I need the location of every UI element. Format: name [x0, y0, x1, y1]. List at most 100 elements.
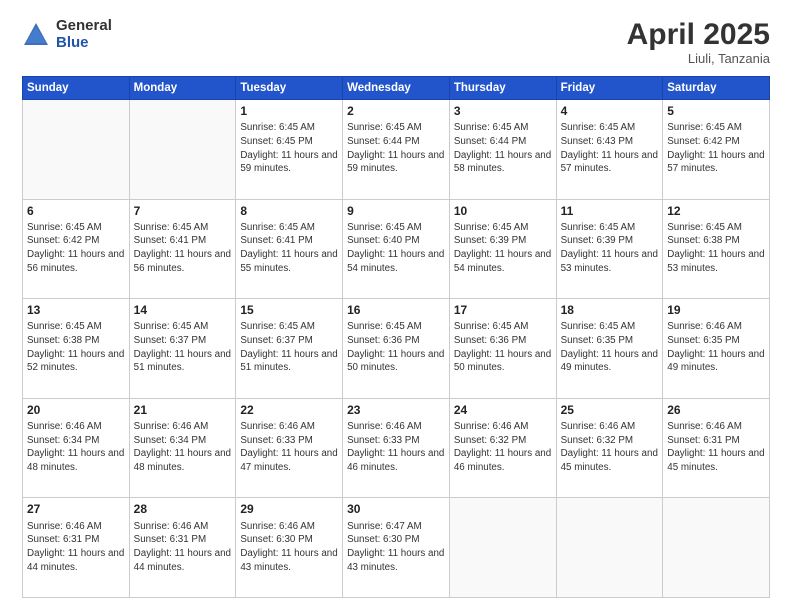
day-number: 14: [134, 302, 232, 318]
calendar-header: Sunday Monday Tuesday Wednesday Thursday…: [23, 77, 770, 100]
calendar-cell: 27 Sunrise: 6:46 AMSunset: 6:31 PMDayligh…: [23, 498, 130, 598]
calendar-cell: 13 Sunrise: 6:45 AMSunset: 6:38 PMDayligh…: [23, 299, 130, 399]
cell-content: Sunrise: 6:45 AMSunset: 6:44 PMDaylight:…: [347, 121, 445, 176]
day-number: 9: [347, 203, 445, 219]
day-number: 22: [240, 402, 338, 418]
col-tuesday: Tuesday: [236, 77, 343, 100]
calendar-cell: 30 Sunrise: 6:47 AMSunset: 6:30 PMDayligh…: [343, 498, 450, 598]
day-number: 11: [561, 203, 659, 219]
day-number: 18: [561, 302, 659, 318]
day-number: 3: [454, 103, 552, 119]
calendar-week-4: 20 Sunrise: 6:46 AMSunset: 6:34 PMDayligh…: [23, 398, 770, 498]
calendar-cell: 26Sunrise: 6:46 AMSunset: 6:31 PMDayligh…: [663, 398, 770, 498]
header: General Blue April 2025 Liuli, Tanzania: [22, 18, 770, 66]
day-number: 12: [667, 203, 765, 219]
cell-content: Sunrise: 6:45 AMSunset: 6:37 PMDaylight:…: [134, 320, 232, 375]
calendar-cell: 1 Sunrise: 6:45 AMSunset: 6:45 PMDaylight…: [236, 100, 343, 200]
calendar-cell: 14 Sunrise: 6:45 AMSunset: 6:37 PMDayligh…: [129, 299, 236, 399]
cell-content: Sunrise: 6:46 AMSunset: 6:33 PMDaylight:…: [240, 420, 338, 475]
calendar-cell: 29 Sunrise: 6:46 AMSunset: 6:30 PMDayligh…: [236, 498, 343, 598]
cell-content: Sunrise: 6:45 AMSunset: 6:40 PMDaylight:…: [347, 221, 445, 276]
cell-content: Sunrise: 6:45 AMSunset: 6:45 PMDaylight:…: [240, 121, 338, 176]
cell-content: Sunrise: 6:46 AMSunset: 6:33 PMDaylight:…: [347, 420, 445, 475]
logo-icon: [22, 21, 50, 49]
page: General Blue April 2025 Liuli, Tanzania …: [0, 0, 792, 612]
calendar-week-3: 13 Sunrise: 6:45 AMSunset: 6:38 PMDayligh…: [23, 299, 770, 399]
calendar-cell: 24 Sunrise: 6:46 AMSunset: 6:32 PMDayligh…: [449, 398, 556, 498]
calendar-cell: 20 Sunrise: 6:46 AMSunset: 6:34 PMDayligh…: [23, 398, 130, 498]
title-block: April 2025 Liuli, Tanzania: [627, 18, 770, 66]
day-number: 28: [134, 501, 232, 517]
cell-content: Sunrise: 6:45 AMSunset: 6:42 PMDaylight:…: [667, 121, 765, 176]
cell-content: Sunrise: 6:46 AMSunset: 6:31 PMDaylight:…: [27, 520, 125, 575]
day-number: 21: [134, 402, 232, 418]
cell-content: Sunrise: 6:46 AMSunset: 6:32 PMDaylight:…: [561, 420, 659, 475]
cell-content: Sunrise: 6:46 AMSunset: 6:31 PMDaylight:…: [667, 420, 765, 475]
day-number: 27: [27, 501, 125, 517]
cell-content: Sunrise: 6:45 AMSunset: 6:36 PMDaylight:…: [454, 320, 552, 375]
col-monday: Monday: [129, 77, 236, 100]
calendar-cell: 28 Sunrise: 6:46 AMSunset: 6:31 PMDayligh…: [129, 498, 236, 598]
calendar-cell: 8Sunrise: 6:45 AMSunset: 6:41 PMDaylight…: [236, 199, 343, 299]
calendar-cell: [663, 498, 770, 598]
day-number: 24: [454, 402, 552, 418]
calendar-cell: 3 Sunrise: 6:45 AMSunset: 6:44 PMDaylight…: [449, 100, 556, 200]
day-number: 7: [134, 203, 232, 219]
calendar-cell: [556, 498, 663, 598]
cell-content: Sunrise: 6:46 AMSunset: 6:30 PMDaylight:…: [240, 520, 338, 575]
col-saturday: Saturday: [663, 77, 770, 100]
cell-content: Sunrise: 6:45 AMSunset: 6:37 PMDaylight:…: [240, 320, 338, 375]
cell-content: Sunrise: 6:45 AMSunset: 6:39 PMDaylight:…: [454, 221, 552, 276]
calendar-cell: 11 Sunrise: 6:45 AMSunset: 6:39 PMDayligh…: [556, 199, 663, 299]
calendar-body: 1 Sunrise: 6:45 AMSunset: 6:45 PMDaylight…: [23, 100, 770, 598]
calendar-cell: [449, 498, 556, 598]
day-number: 13: [27, 302, 125, 318]
day-number: 10: [454, 203, 552, 219]
cell-content: Sunrise: 6:45 AMSunset: 6:39 PMDaylight:…: [561, 221, 659, 276]
calendar-cell: 17Sunrise: 6:45 AMSunset: 6:36 PMDayligh…: [449, 299, 556, 399]
day-number: 16: [347, 302, 445, 318]
cell-content: Sunrise: 6:46 AMSunset: 6:34 PMDaylight:…: [134, 420, 232, 475]
cell-content: Sunrise: 6:45 AMSunset: 6:44 PMDaylight:…: [454, 121, 552, 176]
cell-content: Sunrise: 6:46 AMSunset: 6:34 PMDaylight:…: [27, 420, 125, 475]
day-number: 29: [240, 501, 338, 517]
day-number: 15: [240, 302, 338, 318]
cell-content: Sunrise: 6:45 AMSunset: 6:38 PMDaylight:…: [667, 221, 765, 276]
day-number: 30: [347, 501, 445, 517]
calendar-cell: 10 Sunrise: 6:45 AMSunset: 6:39 PMDayligh…: [449, 199, 556, 299]
calendar-cell: 15 Sunrise: 6:45 AMSunset: 6:37 PMDayligh…: [236, 299, 343, 399]
day-number: 8: [240, 203, 338, 219]
cell-content: Sunrise: 6:47 AMSunset: 6:30 PMDaylight:…: [347, 520, 445, 575]
calendar-cell: [129, 100, 236, 200]
cell-content: Sunrise: 6:46 AMSunset: 6:31 PMDaylight:…: [134, 520, 232, 575]
calendar-cell: 5Sunrise: 6:45 AMSunset: 6:42 PMDaylight…: [663, 100, 770, 200]
calendar-cell: 21 Sunrise: 6:46 AMSunset: 6:34 PMDayligh…: [129, 398, 236, 498]
day-number: 1: [240, 103, 338, 119]
col-wednesday: Wednesday: [343, 77, 450, 100]
logo-general-text: General: [56, 18, 112, 35]
cell-content: Sunrise: 6:45 AMSunset: 6:38 PMDaylight:…: [27, 320, 125, 375]
col-sunday: Sunday: [23, 77, 130, 100]
calendar-week-5: 27 Sunrise: 6:46 AMSunset: 6:31 PMDayligh…: [23, 498, 770, 598]
calendar-cell: 25 Sunrise: 6:46 AMSunset: 6:32 PMDayligh…: [556, 398, 663, 498]
location-subtitle: Liuli, Tanzania: [627, 51, 770, 66]
day-number: 4: [561, 103, 659, 119]
cell-content: Sunrise: 6:46 AMSunset: 6:32 PMDaylight:…: [454, 420, 552, 475]
col-friday: Friday: [556, 77, 663, 100]
calendar-cell: 4 Sunrise: 6:45 AMSunset: 6:43 PMDaylight…: [556, 100, 663, 200]
logo-blue-text: Blue: [56, 35, 112, 52]
cell-content: Sunrise: 6:45 AMSunset: 6:43 PMDaylight:…: [561, 121, 659, 176]
header-row: Sunday Monday Tuesday Wednesday Thursday…: [23, 77, 770, 100]
month-title: April 2025: [627, 18, 770, 51]
calendar-cell: 16Sunrise: 6:45 AMSunset: 6:36 PMDayligh…: [343, 299, 450, 399]
calendar-week-1: 1 Sunrise: 6:45 AMSunset: 6:45 PMDaylight…: [23, 100, 770, 200]
day-number: 19: [667, 302, 765, 318]
calendar-cell: 22 Sunrise: 6:46 AMSunset: 6:33 PMDayligh…: [236, 398, 343, 498]
cell-content: Sunrise: 6:45 AMSunset: 6:35 PMDaylight:…: [561, 320, 659, 375]
day-number: 25: [561, 402, 659, 418]
calendar-cell: 19 Sunrise: 6:46 AMSunset: 6:35 PMDayligh…: [663, 299, 770, 399]
cell-content: Sunrise: 6:46 AMSunset: 6:35 PMDaylight:…: [667, 320, 765, 375]
calendar-cell: [23, 100, 130, 200]
day-number: 2: [347, 103, 445, 119]
day-number: 20: [27, 402, 125, 418]
